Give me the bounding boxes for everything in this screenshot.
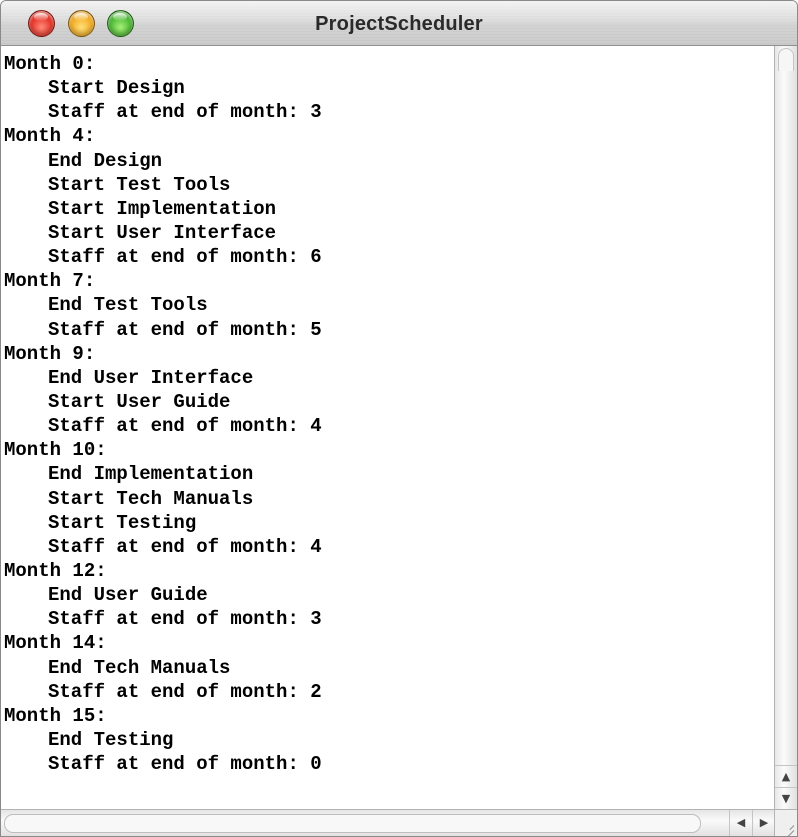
output-detail-line: Start Testing (48, 511, 197, 534)
output-detail-line: Staff at end of month: 0 (48, 753, 322, 776)
output-detail-line: End Implementation (48, 463, 254, 486)
horizontal-scrollbar[interactable]: ◀ ▶ (1, 809, 775, 836)
output-detail-line: End User Interface (48, 366, 254, 389)
output-detail-line: Start Test Tools (48, 173, 231, 196)
output-lines: Month 0: Start Design Staff at end of mont… (1, 46, 775, 776)
output-detail-line: Start Implementation (48, 197, 277, 220)
arrow-down-icon[interactable]: ▼ (775, 787, 797, 810)
vertical-scroll-track[interactable] (778, 48, 794, 71)
month-heading-line: Month 14: (4, 632, 107, 655)
month-heading-line: Month 0: (4, 53, 96, 75)
output-detail-line: End Testing (48, 728, 174, 751)
arrow-up-icon[interactable]: ▲ (775, 765, 797, 788)
vertical-scrollbar[interactable]: ▲ ▼ (774, 46, 797, 810)
output-detail-line: Staff at end of month: 5 (48, 318, 322, 341)
month-heading-line: Month 9: (4, 342, 96, 365)
output-detail-line: Staff at end of month: 3 (48, 608, 322, 631)
output-detail-line: Staff at end of month: 4 (48, 535, 322, 558)
month-heading-line: Month 12: (4, 559, 107, 582)
output-text-area[interactable]: Month 0: Start Design Staff at end of mont… (1, 46, 775, 810)
month-heading-line: Month 4: (4, 125, 96, 148)
output-detail-line: Staff at end of month: 6 (48, 246, 322, 269)
output-detail-line: Staff at end of month: 3 (48, 101, 322, 124)
output-detail-line: Start User Interface (48, 221, 277, 244)
output-detail-line: End User Guide (48, 584, 208, 607)
arrow-left-icon[interactable]: ◀ (729, 810, 752, 836)
horizontal-scroll-track[interactable] (4, 814, 701, 833)
output-detail-line: End Test Tools (48, 294, 208, 317)
month-heading-line: Month 15: (4, 704, 107, 727)
arrow-right-icon[interactable]: ▶ (752, 810, 775, 836)
month-heading-line: Month 10: (4, 439, 107, 462)
title-bar[interactable]: ProjectScheduler (1, 1, 797, 46)
month-heading-line: Month 7: (4, 270, 96, 293)
output-detail-line: Start Design (48, 77, 185, 100)
output-detail-line: Start User Guide (48, 390, 231, 413)
app-window: ProjectScheduler Month 0: Start Design Sta… (0, 0, 798, 837)
window-title: ProjectScheduler (315, 13, 483, 35)
output-detail-line: Staff at end of month: 4 (48, 415, 322, 438)
output-detail-line: Start Tech Manuals (48, 487, 254, 510)
output-detail-line: End Design (48, 149, 163, 172)
resize-grip-icon[interactable] (774, 809, 797, 836)
output-detail-line: Staff at end of month: 2 (48, 680, 322, 703)
output-detail-line: End Tech Manuals (48, 656, 231, 679)
